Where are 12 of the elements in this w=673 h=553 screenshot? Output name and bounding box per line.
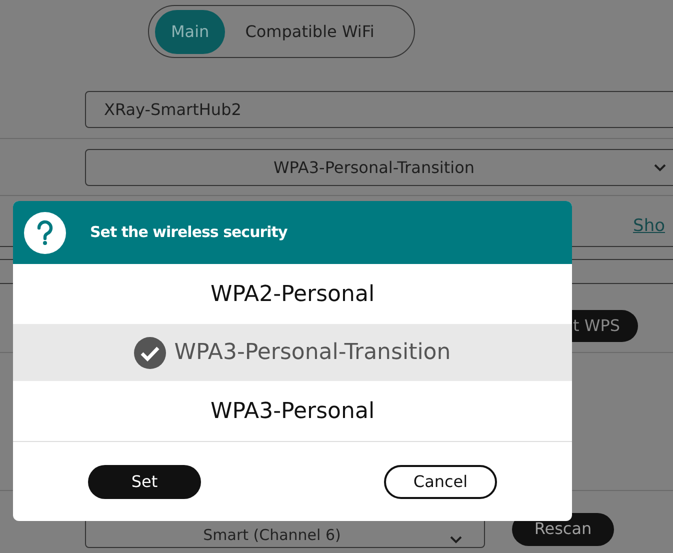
tab[interactable]: Compatible WiFi [237, 10, 382, 54]
check-circle-icon [134, 336, 166, 368]
set-button[interactable]: Set [88, 464, 201, 498]
tab[interactable]: Main [155, 10, 226, 54]
security-select[interactable]: WPA3-Personal-Transition [85, 149, 673, 186]
dialog-title: Set the wireless security [90, 222, 288, 244]
network-name-field[interactable]: XRay-SmartHub2 [85, 91, 673, 128]
question-icon [24, 212, 66, 254]
security-option[interactable]: WPA3-Personal-Transition [13, 324, 572, 381]
chevron-down-icon [654, 164, 666, 172]
chevron-down-icon [450, 536, 462, 544]
cancel-button[interactable]: Cancel [384, 464, 497, 498]
